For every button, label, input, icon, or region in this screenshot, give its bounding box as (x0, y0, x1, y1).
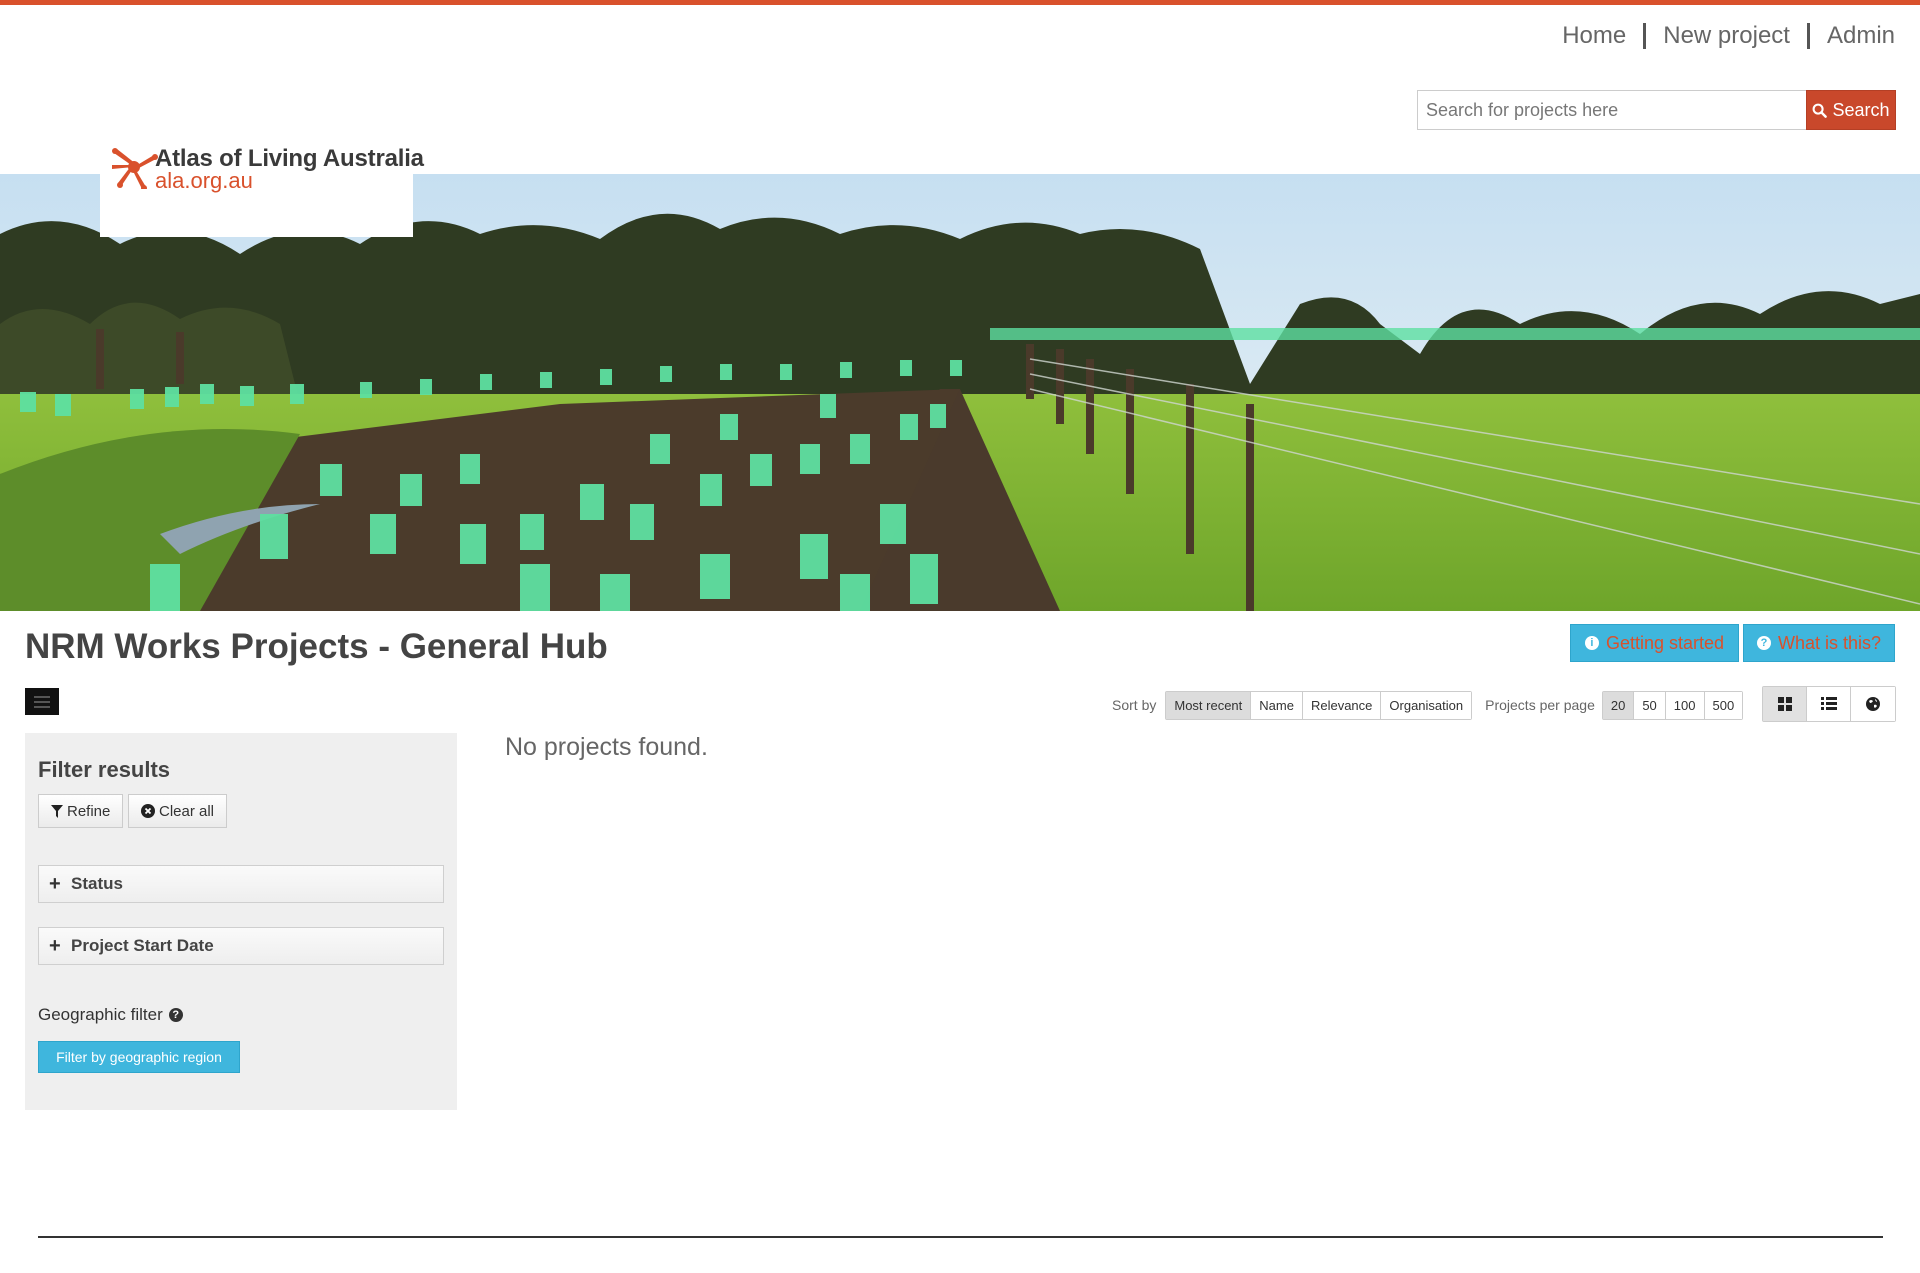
getting-started-button[interactable]: i Getting started (1570, 624, 1739, 662)
map-view-button[interactable] (1851, 687, 1895, 721)
search-icon (1813, 103, 1828, 118)
geographic-filter-heading: Geographic filter ? (38, 1005, 183, 1025)
clear-all-button[interactable]: Clear all (128, 794, 228, 828)
footer-divider (38, 1236, 1883, 1238)
plus-icon: + (49, 934, 61, 957)
sort-option-most-recent[interactable]: Most recent (1166, 691, 1252, 719)
sort-by-label: Sort by (1112, 697, 1157, 713)
per-page-option-20[interactable]: 20 (1602, 691, 1635, 719)
help-icon: ? (1756, 636, 1771, 650)
top-navigation: Home New project Admin (1562, 22, 1895, 50)
nav-admin-link[interactable]: Admin (1827, 22, 1895, 50)
search-bar: Search (1417, 90, 1896, 130)
facet-project-start-date[interactable]: + Project Start Date (38, 927, 444, 965)
list-view-button[interactable] (1807, 687, 1851, 721)
refine-label: Refine (67, 802, 111, 820)
filter-icon (51, 804, 63, 818)
sort-controls: Sort by Most recent Name Relevance Organ… (1112, 690, 1744, 720)
sort-option-relevance[interactable]: Relevance (1302, 691, 1382, 719)
nav-separator (1806, 23, 1810, 49)
what-is-this-button[interactable]: ? What is this? (1743, 624, 1895, 662)
grid-icon (1777, 697, 1792, 711)
facet-start-date-label: Project Start Date (71, 936, 214, 955)
sidebar-toggle-button[interactable] (25, 688, 59, 715)
per-page-option-500[interactable]: 500 (1704, 691, 1743, 719)
facet-status-label: Status (71, 874, 123, 893)
refine-button[interactable]: Refine (38, 794, 124, 828)
info-icon: i (1584, 636, 1599, 650)
ala-logo[interactable]: Atlas of Living Australia ala.org.au (100, 137, 424, 237)
sort-option-name[interactable]: Name (1251, 691, 1303, 719)
nav-new-project-link[interactable]: New project (1663, 22, 1790, 50)
grid-view-button[interactable] (1763, 687, 1807, 721)
sort-button-group: Most recent Name Relevance Organisation (1165, 690, 1473, 720)
sort-option-organisation[interactable]: Organisation (1381, 691, 1472, 719)
hub-banner-image (0, 174, 1920, 611)
per-page-option-50[interactable]: 50 (1634, 691, 1666, 719)
per-page-label: Projects per page (1485, 697, 1595, 713)
search-input[interactable] (1417, 90, 1806, 130)
view-mode-group (1762, 686, 1896, 722)
getting-started-label: Getting started (1605, 632, 1725, 653)
per-page-option-100[interactable]: 100 (1665, 691, 1705, 719)
plus-icon: + (49, 872, 61, 895)
facet-status[interactable]: + Status (38, 865, 444, 903)
remove-circle-icon (141, 804, 155, 818)
clear-all-label: Clear all (159, 802, 215, 820)
search-button[interactable]: Search (1806, 90, 1896, 130)
search-button-label: Search (1832, 99, 1890, 120)
per-page-button-group: 20 50 100 500 (1601, 690, 1744, 720)
logo-url: ala.org.au (155, 168, 253, 193)
top-accent-bar (0, 0, 1920, 5)
nav-home-link[interactable]: Home (1562, 22, 1626, 50)
page-title: NRM Works Projects - General Hub (25, 627, 608, 666)
filter-results-heading: Filter results (38, 757, 171, 782)
help-icon[interactable]: ? (168, 1008, 183, 1022)
no-results-message: No projects found. (505, 733, 708, 761)
filter-by-geographic-region-button[interactable]: Filter by geographic region (38, 1041, 240, 1073)
nav-separator (1643, 23, 1647, 49)
globe-icon (1866, 697, 1880, 711)
ala-star-icon (112, 148, 158, 189)
what-is-this-label: What is this? (1777, 632, 1882, 653)
list-icon (1820, 697, 1837, 710)
geographic-filter-label: Geographic filter (38, 1005, 163, 1024)
menu-icon (34, 695, 50, 708)
filter-sidebar: Filter results Refine Clear all + Status… (25, 733, 457, 1110)
